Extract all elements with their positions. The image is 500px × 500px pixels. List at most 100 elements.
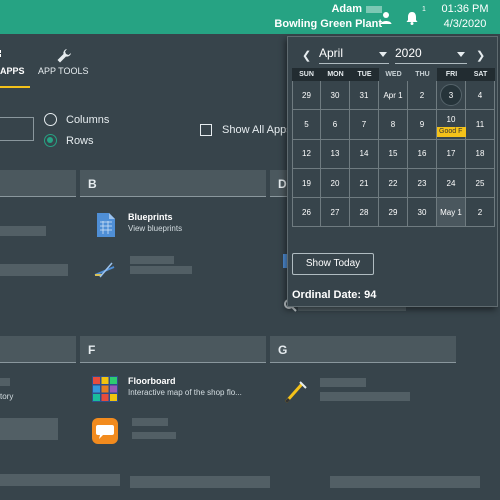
month-value: April [319,46,344,60]
blueprint-icon [97,213,115,237]
section-header-g: G [270,336,456,363]
next-month-button[interactable]: ❯ [476,49,485,62]
calendar-day[interactable]: 13 [321,139,350,169]
wrench-icon [57,49,71,63]
section-b-label: B [88,177,97,191]
calendar-day[interactable]: 6 [321,110,350,140]
calendar-day[interactable]: 14 [350,139,379,169]
calendar-popup: ❮ April 2020 ❯ SUN MON TUE WED THU FRI S… [287,36,498,307]
current-date[interactable]: 4/3/2020 [438,17,492,32]
section-header-f: F [80,336,266,363]
calendar-day[interactable]: May 1 [437,198,466,228]
calendar-day[interactable]: 5 [292,110,321,140]
app-blurred-b2[interactable] [92,255,128,281]
calendar-day[interactable]: 18 [466,139,495,169]
calendar-day[interactable]: 24 [437,168,466,199]
calendar-day[interactable]: 7 [350,110,379,140]
redacted-text [130,256,174,264]
app-floorboard-title: Floorboard [128,376,176,386]
calendar-day-today[interactable]: 3 [437,81,466,111]
calendar-day[interactable]: Apr 1 [379,81,408,111]
event-label[interactable]: Good F [437,126,466,137]
dow-mon: MON [321,68,350,81]
app-blueprints[interactable]: Blueprints View blueprints [92,212,182,238]
calendar-day[interactable]: 21 [350,168,379,199]
dow-thu: THU [408,68,437,81]
app-blurred-f2[interactable] [92,418,128,444]
dow-fri: FRI [437,68,466,81]
calendar-day[interactable]: 25 [466,168,495,199]
calendar-day[interactable]: 17 [437,139,466,169]
radio-circle-checked[interactable] [44,134,57,147]
prev-month-button[interactable]: ❮ [302,49,311,62]
dow-wed: WED [379,68,408,81]
calendar-day[interactable]: 23 [408,168,437,199]
calendar-day[interactable]: 22 [379,168,408,199]
year-select[interactable]: 2020 [395,44,467,64]
calendar-day[interactable]: 12 [292,139,321,169]
person-icon[interactable] [378,10,394,26]
radio-rows-label: Rows [66,134,94,147]
calendar-day-event[interactable]: 10 Good F [437,110,466,140]
app-floorboard-desc: Interactive map of the shop flo... [128,388,242,397]
user-info[interactable]: Adam Bowling Green Plant [274,2,382,32]
calendar-day[interactable]: 19 [292,168,321,199]
show-all-apps-checkbox[interactable]: Show All Apps [200,124,292,136]
section-header-d: D [270,170,288,197]
month-select[interactable]: April [319,44,389,64]
active-tab-indicator [0,86,30,88]
section-header-b: B [80,170,266,197]
redacted-text [130,266,192,274]
show-today-button[interactable]: Show Today [292,253,374,275]
redacted-text [320,378,366,387]
plant-name: Bowling Green Plant [274,18,382,30]
calendar-week: 12 13 14 15 16 17 18 [292,139,495,169]
redacted-text [0,474,120,486]
tab-app-tools[interactable]: APP TOOLS [38,48,98,88]
calendar-week: 29 30 31 Apr 1 2 3 4 [292,81,495,111]
calendar-day[interactable]: 28 [350,198,379,228]
calendar-day[interactable]: 2 [466,198,495,228]
show-all-apps-label: Show All Apps [222,124,292,136]
radio-circle[interactable] [44,113,57,126]
calendar-day[interactable]: 29 [379,198,408,228]
calendar-week: 5 6 7 8 9 10 Good F 11 [292,110,495,140]
calendar-day[interactable]: 20 [321,168,350,199]
section-d-label: D [278,177,287,191]
calendar-day[interactable]: 30 [408,198,437,228]
radio-rows[interactable]: Rows [44,134,94,147]
section-header-e [0,336,76,363]
app-blurred-g1[interactable] [282,378,318,404]
radio-columns[interactable]: Columns [44,113,109,126]
calendar-grid: SUN MON TUE WED THU FRI SAT 29 30 31 Apr… [292,68,495,228]
app-floorboard[interactable]: Floorboard Interactive map of the shop f… [92,376,242,402]
calendar-day[interactable]: 29 [292,81,321,111]
dow-sun: SUN [292,68,321,81]
redacted-text [320,392,410,401]
top-bar: Adam Bowling Green Plant 1 01:36 PM 4/3/… [0,0,500,34]
calendar-day[interactable]: 31 [350,81,379,111]
redacted-text [132,432,176,439]
tab-apps[interactable]: APPS [0,48,30,90]
ordinal-date: Ordinal Date: 94 [292,289,377,301]
calendar-week: 19 20 21 22 23 24 25 [292,168,495,199]
year-value: 2020 [395,46,422,60]
calendar-day[interactable]: 4 [466,81,495,111]
dow-tue: TUE [350,68,379,81]
chevron-down-icon [379,52,387,57]
calendar-day[interactable]: 30 [321,81,350,111]
calendar-day[interactable]: 15 [379,139,408,169]
calendar-day[interactable]: 9 [408,110,437,140]
tab-app-tools-label: APP TOOLS [38,66,89,76]
bell-icon[interactable] [404,10,420,26]
calendar-day[interactable]: 11 [466,110,495,140]
calendar-day[interactable]: 16 [408,139,437,169]
section-header-a [0,170,76,197]
checkbox-box[interactable] [200,124,212,136]
calendar-day[interactable]: 27 [321,198,350,228]
calendar-day[interactable]: 26 [292,198,321,228]
search-input[interactable] [0,117,34,141]
floorboard-grid-icon [92,376,118,402]
calendar-day[interactable]: 2 [408,81,437,111]
calendar-day[interactable]: 8 [379,110,408,140]
